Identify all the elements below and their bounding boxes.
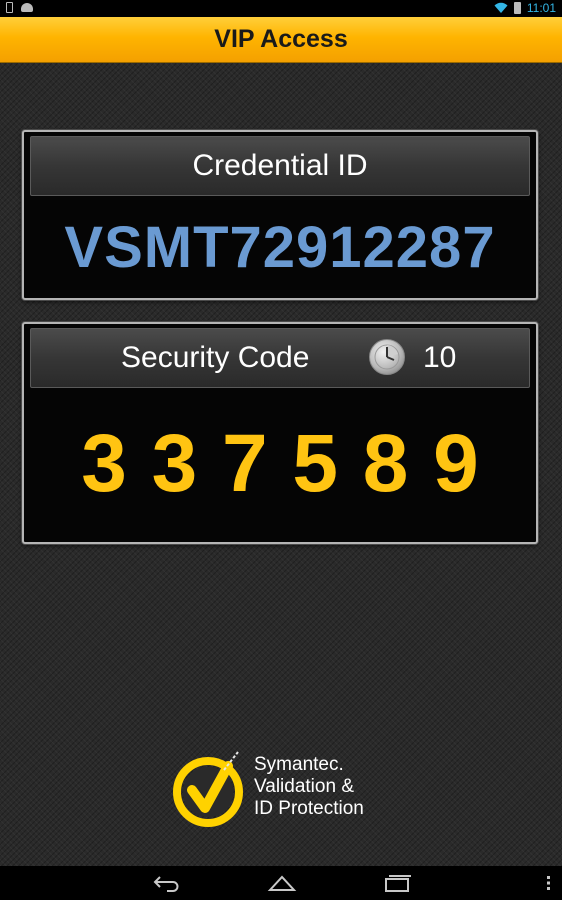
logo-line-3: ID Protection xyxy=(254,798,364,819)
code-digit-1: 3 xyxy=(81,418,127,509)
symantec-logo-text: Symantec. Validation & ID Protection xyxy=(254,754,364,820)
credential-id-value[interactable]: VSMT72912287 xyxy=(24,200,536,294)
menu-icon[interactable] xyxy=(546,875,552,891)
symantec-logo: Symantec. Validation & ID Protection xyxy=(172,738,402,828)
security-code-panel: Security Code 10 3 3 7 5 8 9 xyxy=(22,322,538,544)
logo-line-1: Symantec. xyxy=(254,754,344,775)
code-digit-4: 5 xyxy=(292,418,338,509)
timer-countdown: 10 xyxy=(423,341,457,374)
phone-icon xyxy=(6,2,13,13)
status-bar: 11:01 xyxy=(0,0,562,17)
battery-icon xyxy=(513,2,521,14)
credential-header: Credential ID xyxy=(30,136,530,196)
recent-apps-icon[interactable] xyxy=(382,874,412,892)
credential-panel: Credential ID VSMT72912287 xyxy=(22,130,538,300)
security-code-header: Security Code 10 xyxy=(30,328,530,388)
back-icon[interactable] xyxy=(152,874,182,892)
code-digit-6: 9 xyxy=(433,418,479,509)
wifi-icon xyxy=(494,2,508,13)
app-title-bar: VIP Access xyxy=(0,17,562,63)
security-code-value[interactable]: 3 3 7 5 8 9 xyxy=(74,414,486,514)
credential-label: Credential ID xyxy=(192,149,368,182)
status-right: 11:01 xyxy=(494,1,556,15)
symantec-checkmark-icon xyxy=(173,751,243,827)
status-left xyxy=(6,2,33,13)
home-icon[interactable] xyxy=(267,874,297,892)
code-digit-3: 7 xyxy=(221,418,268,509)
app-title: VIP Access xyxy=(214,25,348,53)
system-nav-bar xyxy=(0,866,562,900)
logo-line-2: Validation & xyxy=(254,776,354,797)
security-code-label: Security Code xyxy=(121,341,310,374)
status-time: 11:01 xyxy=(526,1,556,15)
clock-icon xyxy=(369,339,405,375)
android-icon xyxy=(21,3,33,12)
code-digit-2: 3 xyxy=(151,418,198,509)
code-digit-5: 8 xyxy=(362,418,409,509)
